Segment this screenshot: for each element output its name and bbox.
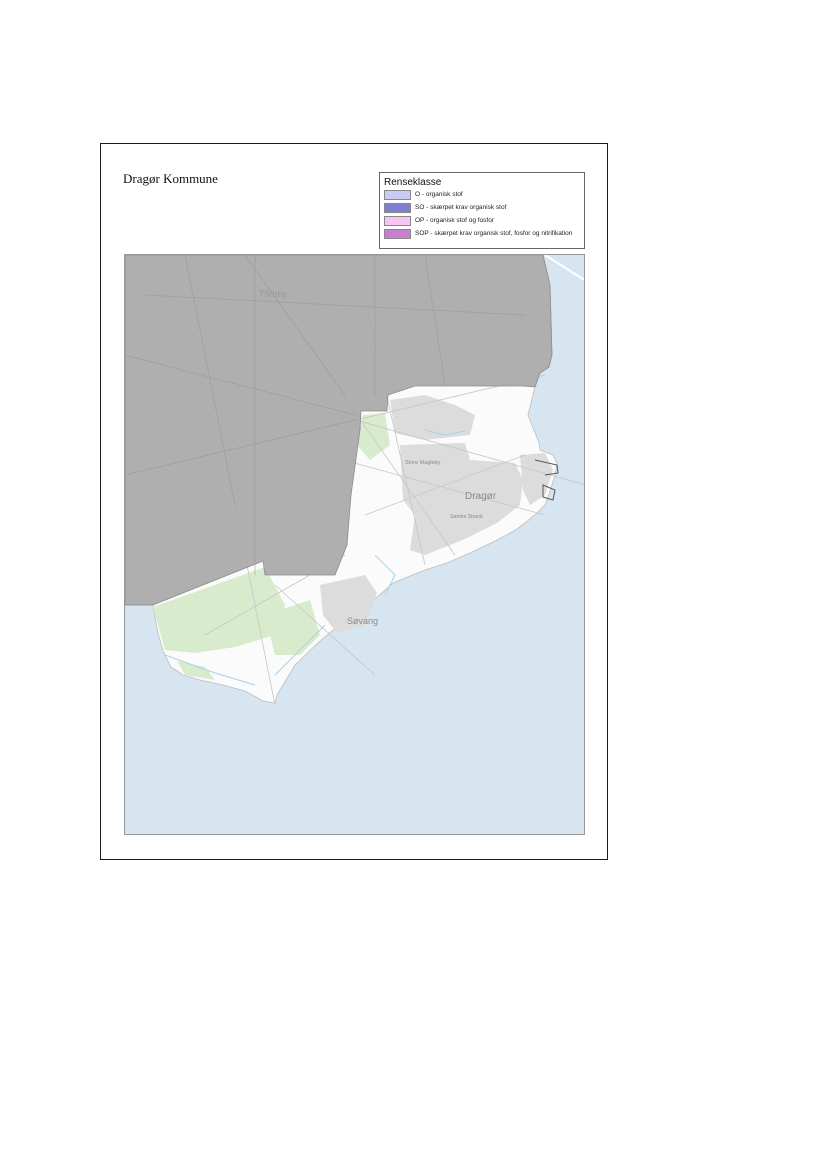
legend-swatch-so <box>384 203 411 213</box>
place-label-sondre-strand: Søndre Strand <box>450 514 483 520</box>
place-label-savang: Søvang <box>347 616 379 626</box>
place-label-dragor: Dragør <box>465 491 497 502</box>
legend-title: Renseklasse <box>384 177 442 188</box>
map-canvas: Tårnby Store Magleby Dragør Søndre Stran… <box>124 254 585 835</box>
legend-swatch-o <box>384 190 411 200</box>
place-label-tarnby: Tårnby <box>259 289 288 299</box>
place-label-store-magleby: Store Magleby <box>405 460 441 466</box>
map-sheet: Dragør Kommune Renseklasse O - organisk … <box>100 143 608 860</box>
legend-label-so: SO - skærpet krav organisk stof <box>415 204 507 211</box>
legend-swatch-op <box>384 216 411 226</box>
legend-label-op: OP - organisk stof og fosfor <box>415 217 494 224</box>
legend-label-sop: SOP - skærpet krav organisk stof, fosfor… <box>415 230 573 237</box>
map-svg <box>125 255 584 834</box>
legend-swatch-sop <box>384 229 411 239</box>
legend-label-o: O - organisk stof <box>415 191 463 198</box>
legend-item-op: OP - organisk stof og fosfor <box>384 216 584 227</box>
legend-item-so: SO - skærpet krav organisk stof <box>384 203 584 214</box>
map-title: Dragør Kommune <box>123 171 218 186</box>
legend: Renseklasse O - organisk stof SO - skærp… <box>379 172 585 249</box>
legend-item-sop: SOP - skærpet krav organisk stof, fosfor… <box>384 229 584 240</box>
legend-item-o: O - organisk stof <box>384 190 584 201</box>
